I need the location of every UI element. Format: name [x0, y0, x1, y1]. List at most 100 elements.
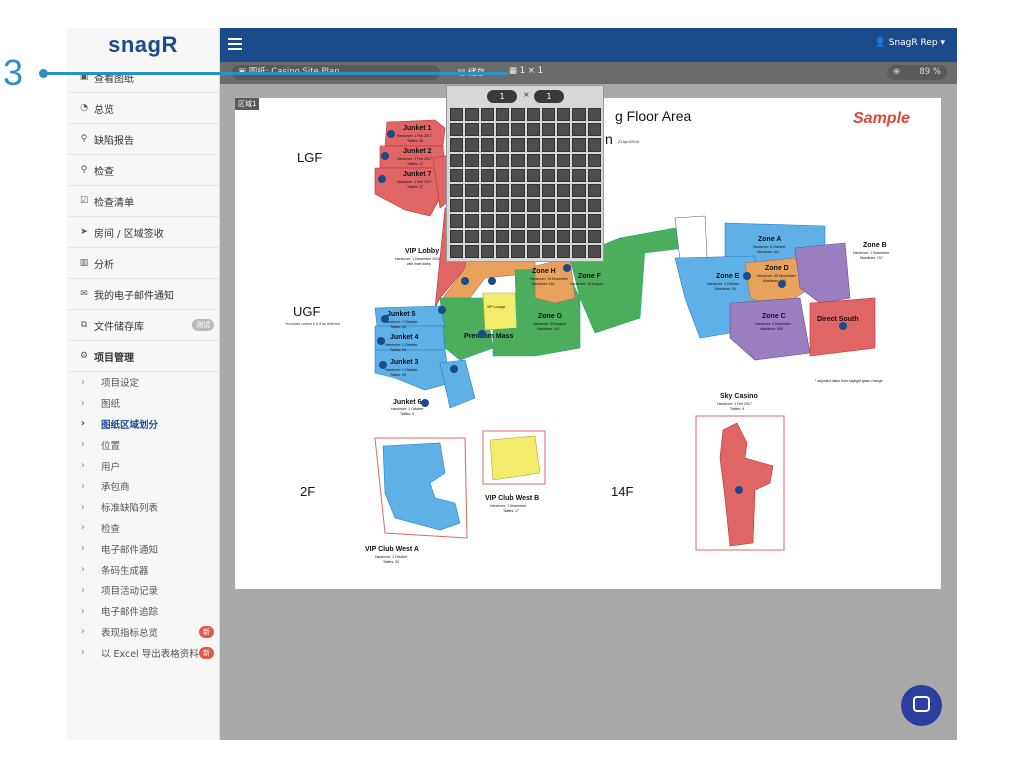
grid-cell[interactable] [587, 229, 601, 243]
grid-cell[interactable] [572, 244, 586, 258]
grid-rows-counter[interactable]: 1 [534, 90, 564, 103]
grid-cell[interactable] [587, 153, 601, 167]
grid-cell[interactable] [572, 138, 586, 152]
grid-cell[interactable] [511, 183, 525, 198]
grid-cell[interactable] [495, 108, 510, 122]
sidebar-item-1[interactable]: ◔ 总览 [67, 93, 219, 124]
grid-cell[interactable] [572, 123, 586, 137]
grid-cell[interactable] [511, 168, 525, 182]
grid-cell[interactable] [526, 244, 540, 258]
grid-cell[interactable] [450, 153, 464, 167]
grid-cell[interactable] [511, 153, 525, 167]
grid-cell[interactable] [587, 123, 601, 137]
grid-cell[interactable] [557, 244, 571, 258]
grid-cell[interactable] [465, 123, 479, 137]
grid-cell[interactable] [465, 199, 479, 213]
grid-cell[interactable] [526, 214, 540, 228]
sidebar-item-8[interactable]: ⧉ 文件储存库 测试 [67, 310, 219, 341]
grid-cell[interactable] [511, 244, 525, 258]
sidebar-item-5[interactable]: ➤ 房间 / 区域签收 [67, 217, 219, 248]
grid-cell[interactable] [465, 214, 479, 228]
grid-cell[interactable] [511, 199, 525, 213]
grid-cell[interactable] [450, 199, 464, 213]
submenu-item-10[interactable]: › 项目活动记录 [67, 580, 219, 601]
grid-cell[interactable] [572, 108, 586, 122]
grid-cell[interactable] [465, 244, 479, 258]
grid-cell[interactable] [557, 168, 571, 182]
grid-cell[interactable] [465, 168, 479, 182]
grid-size-button[interactable]: ▦ 1 × 1 [509, 66, 543, 76]
submenu-item-3[interactable]: › 位置 [67, 434, 219, 455]
grid-cell[interactable] [541, 214, 556, 228]
grid-cell[interactable] [557, 123, 571, 137]
sidebar-item-4[interactable]: ☑ 检查清单 [67, 186, 219, 217]
grid-cell[interactable] [557, 138, 571, 152]
submenu-item-12[interactable]: › 表现指标总览 新 [67, 622, 219, 643]
grid-cell[interactable] [465, 138, 479, 152]
grid-cell[interactable] [526, 168, 540, 182]
submenu-item-7[interactable]: › 检查 [67, 518, 219, 539]
grid-cell[interactable] [480, 214, 494, 228]
grid-cell[interactable] [511, 229, 525, 243]
grid-cell[interactable] [587, 183, 601, 198]
grid-cell[interactable] [541, 244, 556, 258]
grid-cell[interactable] [541, 183, 556, 198]
submenu-item-2[interactable]: › 图纸区域划分 [67, 414, 219, 435]
grid-cell[interactable] [526, 153, 540, 167]
grid-cell[interactable] [480, 229, 494, 243]
grid-cell-picker[interactable] [450, 108, 601, 258]
grid-cell[interactable] [480, 153, 494, 167]
chat-bubble-icon[interactable] [901, 685, 942, 726]
sidebar-item-9[interactable]: ⚙ 项目管理 [67, 341, 219, 372]
grid-cell[interactable] [450, 108, 464, 122]
grid-cell[interactable] [480, 168, 494, 182]
grid-cell[interactable] [541, 168, 556, 182]
area-tag[interactable]: 区域1 [235, 98, 260, 110]
grid-cell[interactable] [465, 229, 479, 243]
grid-cell[interactable] [557, 199, 571, 213]
grid-cell[interactable] [495, 229, 510, 243]
grid-columns-counter[interactable]: 1 [487, 90, 517, 103]
submenu-item-11[interactable]: › 电子邮件追踪 [67, 601, 219, 622]
grid-cell[interactable] [587, 214, 601, 228]
grid-cell[interactable] [480, 244, 494, 258]
submenu-item-13[interactable]: › 以 Excel 导出表格资料新 [67, 642, 219, 663]
grid-cell[interactable] [480, 123, 494, 137]
grid-cell[interactable] [450, 138, 464, 152]
grid-cell[interactable] [541, 123, 556, 137]
grid-cell[interactable] [495, 123, 510, 137]
user-menu[interactable]: 👤 SnagR Rep ▾ [875, 38, 945, 48]
grid-cell[interactable] [587, 244, 601, 258]
submenu-item-9[interactable]: › 条码生成器 [67, 559, 219, 580]
grid-cell[interactable] [572, 183, 586, 198]
submenu-item-1[interactable]: › 图纸 [67, 393, 219, 414]
grid-cell[interactable] [480, 138, 494, 152]
grid-cell[interactable] [495, 214, 510, 228]
grid-cell[interactable] [572, 199, 586, 213]
grid-cell[interactable] [587, 168, 601, 182]
grid-cell[interactable] [541, 153, 556, 167]
grid-cell[interactable] [541, 229, 556, 243]
grid-cell[interactable] [526, 108, 540, 122]
grid-cell[interactable] [541, 138, 556, 152]
grid-cell[interactable] [587, 199, 601, 213]
grid-cell[interactable] [495, 244, 510, 258]
grid-cell[interactable] [557, 183, 571, 198]
grid-cell[interactable] [526, 138, 540, 152]
sidebar-item-2[interactable]: ⚲ 缺陷报告 [67, 124, 219, 155]
grid-cell[interactable] [495, 138, 510, 152]
grid-cell[interactable] [465, 183, 479, 198]
grid-cell[interactable] [541, 108, 556, 122]
grid-cell[interactable] [480, 199, 494, 213]
sidebar-item-0[interactable]: ▣ 查看图纸 [67, 62, 219, 93]
grid-cell[interactable] [450, 123, 464, 137]
grid-cell[interactable] [572, 229, 586, 243]
grid-cell[interactable] [526, 229, 540, 243]
grid-cell[interactable] [526, 123, 540, 137]
submenu-item-8[interactable]: › 电子邮件通知 [67, 538, 219, 559]
grid-cell[interactable] [511, 214, 525, 228]
grid-cell[interactable] [465, 153, 479, 167]
grid-cell[interactable] [465, 108, 479, 122]
hamburger-menu-icon[interactable] [228, 38, 242, 50]
grid-cell[interactable] [526, 199, 540, 213]
